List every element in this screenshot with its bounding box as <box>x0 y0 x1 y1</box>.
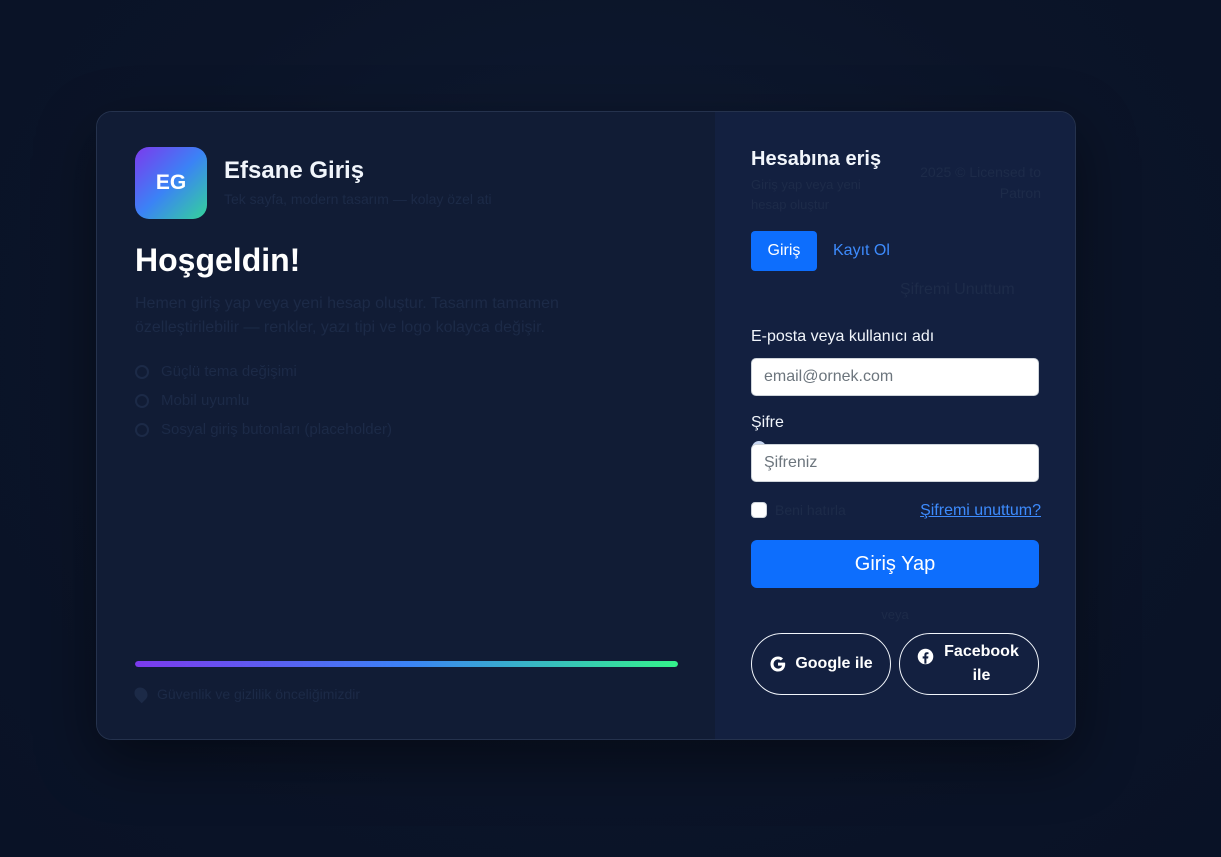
feature-item: Güçlü tema değişimi <box>135 357 392 386</box>
brand-title: Efsane Giriş <box>224 157 365 184</box>
email-field[interactable] <box>751 358 1039 396</box>
password-field[interactable] <box>751 444 1039 482</box>
location-pin-icon <box>131 684 151 704</box>
login-submit-button[interactable]: Giriş Yap <box>751 540 1039 588</box>
license-text: 2025 © Licensed to Patron <box>920 164 1041 201</box>
feature-label: Güçlü tema değişimi <box>161 363 297 380</box>
feature-label: Sosyal giriş butonları (placeholder) <box>161 421 392 438</box>
tab-register[interactable]: Kayıt Ol <box>833 231 890 271</box>
remember-me-checkbox[interactable] <box>751 502 767 518</box>
email-label: E-posta veya kullanıcı adı <box>751 328 935 345</box>
google-login-label: Google ile <box>795 655 873 672</box>
security-note: Güvenlik ve gizlilik önceliğimizdir <box>131 684 361 704</box>
brand-logo: EG <box>135 147 207 219</box>
check-circle-icon <box>135 422 149 437</box>
progress-bar <box>135 661 678 667</box>
feature-item: Mobil uyumlu <box>135 386 392 415</box>
google-icon <box>770 656 786 672</box>
welcome-panel: EG Efsane Giriş Tek sayfa, modern tasarı… <box>97 112 715 739</box>
facebook-login-button[interactable]: Facebook ile <box>899 633 1039 695</box>
feature-list: Güçlü tema değişimi Mobil uyumlu Sosyal … <box>135 357 392 444</box>
feature-item: Sosyal giriş butonları (placeholder) <box>135 415 392 444</box>
remember-me-label: Beni hatırla <box>775 502 846 518</box>
welcome-lead: Hemen giriş yap veya yeni hesap oluştur.… <box>135 295 559 336</box>
facebook-icon <box>917 648 933 665</box>
login-card: EG Efsane Giriş Tek sayfa, modern tasarı… <box>96 111 1076 740</box>
tab-login[interactable]: Giriş <box>751 231 817 271</box>
brand-logo-text: EG <box>155 171 187 194</box>
facebook-login-label: Facebook ile <box>944 643 1019 684</box>
forgot-password-link[interactable]: Şifremi unuttum? <box>920 502 1041 520</box>
check-circle-icon <box>135 393 149 408</box>
auth-panel: Hesabına eriş Giriş yap veya yeni hesap … <box>715 112 1075 739</box>
remember-me[interactable]: Beni hatırla <box>751 502 846 518</box>
google-login-button[interactable]: Google ile <box>751 633 891 695</box>
tab-forgot-password[interactable]: Şifremi Unuttum <box>900 281 1015 299</box>
panel-title: Hesabına eriş <box>751 148 882 170</box>
feature-label: Mobil uyumlu <box>161 392 250 409</box>
panel-subtitle: Giriş yap veya yeni hesap oluştur <box>751 177 861 212</box>
check-circle-icon <box>135 364 149 379</box>
progress-fill <box>135 661 678 667</box>
brand-subtitle: Tek sayfa, modern tasarım — kolay özel a… <box>224 191 492 207</box>
welcome-heading: Hoşgeldin! <box>135 242 301 278</box>
or-divider: veya <box>881 607 909 622</box>
security-note-text: Güvenlik ve gizlilik önceliğimizdir <box>157 686 361 702</box>
password-label: Şifre <box>751 414 784 431</box>
